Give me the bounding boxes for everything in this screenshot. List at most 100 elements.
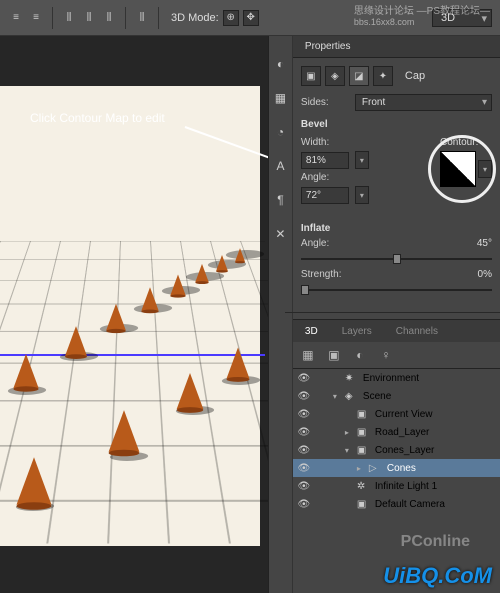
visibility-icon[interactable]: 👁 [297,463,311,474]
scene-list: 👁✷Environment👁▾◈Scene👁▣Current View👁▸▣Ro… [293,369,500,513]
scene-item[interactable]: 👁 ▸ ▣ Road_Layer [293,423,500,441]
character-icon[interactable]: A [272,158,288,174]
cone-mesh [106,304,126,331]
cone-mesh [17,457,52,505]
disclosure-icon[interactable]: ▾ [345,446,353,455]
tab-channels[interactable]: Channels [388,322,446,341]
inflate-angle-value[interactable]: 45° [477,238,492,249]
distribute-icon-4[interactable]: ⫼ [134,10,150,26]
scene-item[interactable]: 👁 ▸ ▷ Cones [293,459,500,477]
width-label: Width: [301,137,349,148]
properties-tab[interactable]: Properties [297,37,359,56]
filter-whole-icon[interactable]: ▦ [299,346,317,364]
item-label: Current View [375,409,433,420]
sides-label: Sides: [301,97,349,108]
cone-mesh [227,347,250,378]
item-type-icon: ▣ [357,409,371,420]
item-label: Infinite Light 1 [375,481,437,492]
visibility-icon[interactable]: 👁 [297,409,311,420]
item-label: Environment [363,373,419,384]
color-icon[interactable]: ◐ [272,56,288,72]
watermark-url: bbs.16xx8.com [354,17,415,27]
tab-3d[interactable]: 3D [297,322,326,341]
annotation-text: Click Contour Map to edit [30,111,165,125]
axis-line [0,354,265,356]
item-type-icon: ▣ [357,499,371,510]
strength-label: Strength: [301,269,349,280]
cone-mesh [109,410,140,452]
visibility-icon[interactable]: 👁 [297,481,311,492]
cone-mesh [170,275,185,296]
item-type-icon: ◈ [345,391,359,402]
swatches-icon[interactable]: ▦ [272,90,288,106]
scene-item[interactable]: 👁 ▾ ◈ Scene [293,387,500,405]
angle-stepper[interactable]: ▾ [355,186,369,204]
disclosure-icon[interactable]: ▸ [357,464,365,473]
watermark-pconline: PConline [401,533,470,551]
filter-light-icon[interactable]: ♀ [377,346,395,364]
item-label: Scene [363,391,391,402]
align-icon[interactable]: ≡ [8,10,24,26]
canvas [0,86,260,546]
inflate-section: Inflate [301,223,492,234]
orbit-icon[interactable]: ⊕ [223,10,239,26]
distribute-icon[interactable]: ⫼ [61,10,77,26]
item-type-icon: ▣ [357,445,371,456]
watermark-uibq: UiBQ.CoM [383,563,492,588]
distribute-icon-3[interactable]: ⫼ [101,10,117,26]
cone-mesh [235,248,245,262]
distribute-icon-2[interactable]: ⫼ [81,10,97,26]
coord-btn[interactable]: ✦ [373,66,393,86]
deform-btn[interactable]: ◈ [325,66,345,86]
panel-dock: ◐ ▦ ◔ A ¶ ✕ Properties ▣ ◈ ◪ ✦ Cap Sides… [268,36,500,593]
paragraph-icon[interactable]: ¶ [272,192,288,208]
3d-viewport[interactable]: Click Contour Map to edit [0,36,268,593]
scene-item[interactable]: 👁✲Infinite Light 1 [293,477,500,495]
tab-layers[interactable]: Layers [334,322,380,341]
cone-mesh [141,287,158,311]
3d-panel: 3D Layers Channels ▦ ▣ ◐ ♀ 👁✷Environment… [293,319,500,513]
item-type-icon: ▣ [357,427,371,438]
strength-value[interactable]: 0% [478,269,492,280]
properties-tab-bar: Properties [293,36,500,58]
visibility-icon[interactable]: 👁 [297,445,311,456]
adjustments-icon[interactable]: ◔ [272,124,288,140]
width-input[interactable] [301,152,349,169]
item-label: Default Camera [375,499,445,510]
pan-icon[interactable]: ✥ [243,10,259,26]
iconic-panel-strip: ◐ ▦ ◔ A ¶ ✕ [269,36,293,593]
scene-item[interactable]: 👁✷Environment [293,369,500,387]
visibility-icon[interactable]: 👁 [297,499,311,510]
strength-slider[interactable] [301,283,492,297]
item-label: Road_Layer [375,427,429,438]
align-icon-2[interactable]: ≡ [28,10,44,26]
disclosure-icon[interactable]: ▸ [345,428,353,437]
properties-panel: ▣ ◈ ◪ ✦ Cap Sides: Front Bevel Width: [293,58,500,306]
mesh-btn[interactable]: ▣ [301,66,321,86]
disclosure-icon[interactable]: ▾ [333,392,341,401]
cap-btn[interactable]: ◪ [349,66,369,86]
bevel-section: Bevel [301,119,492,130]
item-type-icon: ▷ [369,463,383,474]
visibility-icon[interactable]: 👁 [297,427,311,438]
cone-mesh [177,373,204,409]
angle-input[interactable] [301,187,349,204]
item-label: Cones [387,463,416,474]
scene-item[interactable]: 👁 ▾ ▣ Cones_Layer [293,441,500,459]
scene-item[interactable]: 👁 ▣ Default Camera [293,495,500,513]
visibility-icon[interactable]: 👁 [297,373,311,384]
sides-select[interactable]: Front [355,94,492,111]
filter-material-icon[interactable]: ◐ [351,346,369,364]
visibility-icon[interactable]: 👁 [297,391,311,402]
contour-dropdown[interactable]: ▾ [478,160,492,178]
contour-picker[interactable] [440,151,476,187]
cone-mesh [13,354,38,388]
scene-item[interactable]: 👁 ▣ Current View [293,405,500,423]
filter-mesh-icon[interactable]: ▣ [325,346,343,364]
inflate-angle-slider[interactable] [301,252,492,266]
cone-mesh [216,255,228,271]
width-stepper[interactable]: ▾ [355,151,369,169]
item-label: Cones_Layer [375,445,434,456]
inflate-angle-label: Angle: [301,238,349,249]
tools-icon[interactable]: ✕ [272,226,288,242]
